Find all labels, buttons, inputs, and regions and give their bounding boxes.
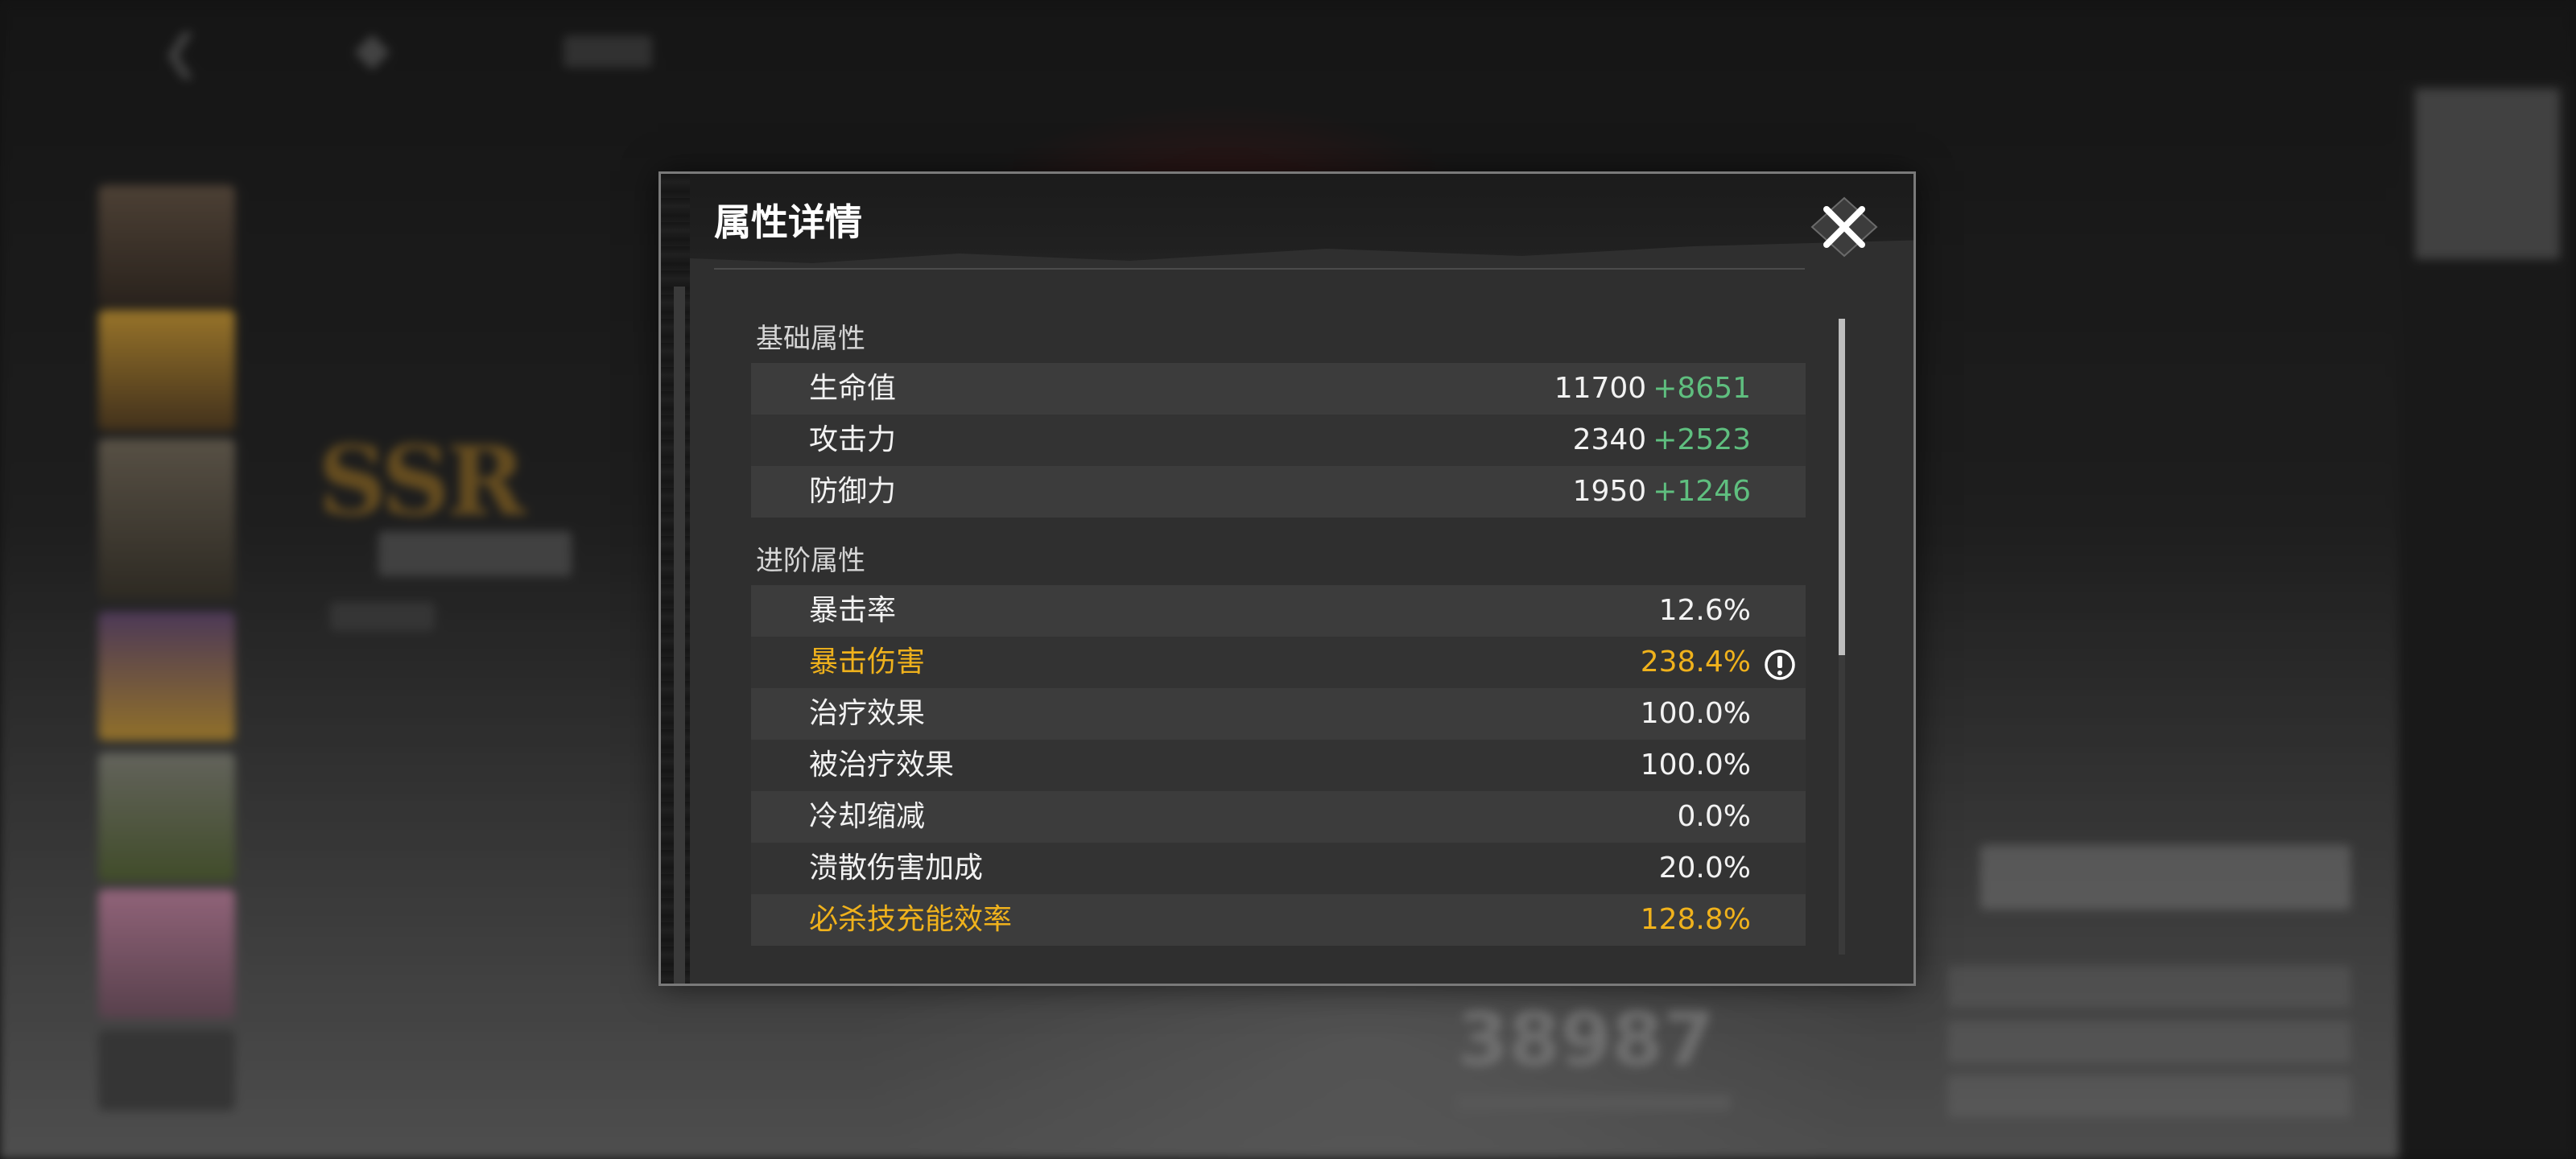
- attribute-list[interactable]: 基础属性生命值 11700 +8651 攻击力 2340 +2523 防御力 1950 +124…: [751, 315, 1806, 955]
- section-header: 基础属性: [756, 323, 865, 355]
- section-header: 进阶属性: [756, 545, 865, 577]
- stat-name: 防御力: [809, 475, 897, 508]
- stat-row: 暴击率 12.6%: [751, 585, 1806, 637]
- dialog-decoration: [661, 174, 690, 984]
- stat-row: 防御力 1950 +1246: [751, 466, 1806, 518]
- scrollbar-thumb[interactable]: [1839, 319, 1845, 655]
- stat-row: 生命值 11700 +8651: [751, 363, 1806, 415]
- stat-values: 128.8%: [1641, 894, 1751, 946]
- close-x-icon: [1810, 196, 1878, 258]
- stat-bonus: +2523: [1653, 423, 1751, 456]
- dialog-header-band: [690, 174, 1913, 263]
- stat-value: 2340: [1572, 423, 1647, 456]
- stat-value: 0.0%: [1677, 800, 1751, 833]
- title-divider: [714, 268, 1805, 270]
- close-button[interactable]: [1796, 195, 1893, 259]
- stat-value: 238.4%: [1640, 645, 1751, 678]
- stat-bonus: +1246: [1653, 475, 1751, 508]
- stat-row: 必杀技充能效率 128.8%: [751, 894, 1806, 946]
- stat-name: 冷却缩减: [809, 800, 926, 833]
- stat-row: 暴击伤害 238.4%: [751, 637, 1806, 688]
- stat-value: 12.6%: [1658, 594, 1751, 627]
- stat-values: 238.4%: [1641, 637, 1751, 688]
- attribute-details-dialog: 属性详情 基础属性生命值 11700 +8651 攻击力 2340 +2523 防御力 195…: [658, 171, 1916, 986]
- stat-values: 12.6%: [1659, 585, 1751, 637]
- stat-value: 100.0%: [1640, 697, 1751, 730]
- stat-value: 1950: [1572, 475, 1647, 508]
- stat-row: 攻击力 2340 +2523: [751, 415, 1806, 466]
- stat-name: 治疗效果: [809, 697, 926, 730]
- stat-name: 必杀技充能效率: [809, 903, 1013, 936]
- stat-name: 暴击伤害: [809, 645, 926, 678]
- stat-name: 暴击率: [809, 594, 897, 627]
- stat-row: 被治疗效果 100.0%: [751, 740, 1806, 791]
- stat-row: 溃散伤害加成 20.0%: [751, 843, 1806, 894]
- stat-name: 溃散伤害加成: [809, 852, 984, 885]
- stat-row: 冷却缩减 0.0%: [751, 791, 1806, 843]
- exclamation-circle-icon[interactable]: [1764, 646, 1796, 680]
- stat-bonus: +8651: [1653, 372, 1751, 405]
- stat-values: 1950 +1246: [1573, 466, 1751, 518]
- stat-value: 20.0%: [1658, 852, 1751, 885]
- stat-values: 100.0%: [1641, 740, 1751, 791]
- stat-values: 100.0%: [1641, 688, 1751, 740]
- stat-name: 被治疗效果: [809, 749, 955, 782]
- stat-value: 11700: [1554, 372, 1647, 405]
- stat-values: 2340 +2523: [1573, 415, 1751, 466]
- stat-values: 11700 +8651: [1554, 363, 1751, 415]
- stat-row: 治疗效果 100.0%: [751, 688, 1806, 740]
- stat-name: 攻击力: [809, 423, 897, 456]
- stat-values: 20.0%: [1659, 843, 1751, 894]
- stat-values: 0.0%: [1678, 791, 1751, 843]
- stat-value: 128.8%: [1640, 903, 1751, 936]
- stat-value: 100.0%: [1640, 749, 1751, 782]
- stat-name: 生命值: [809, 372, 897, 405]
- dialog-title: 属性详情: [714, 200, 862, 244]
